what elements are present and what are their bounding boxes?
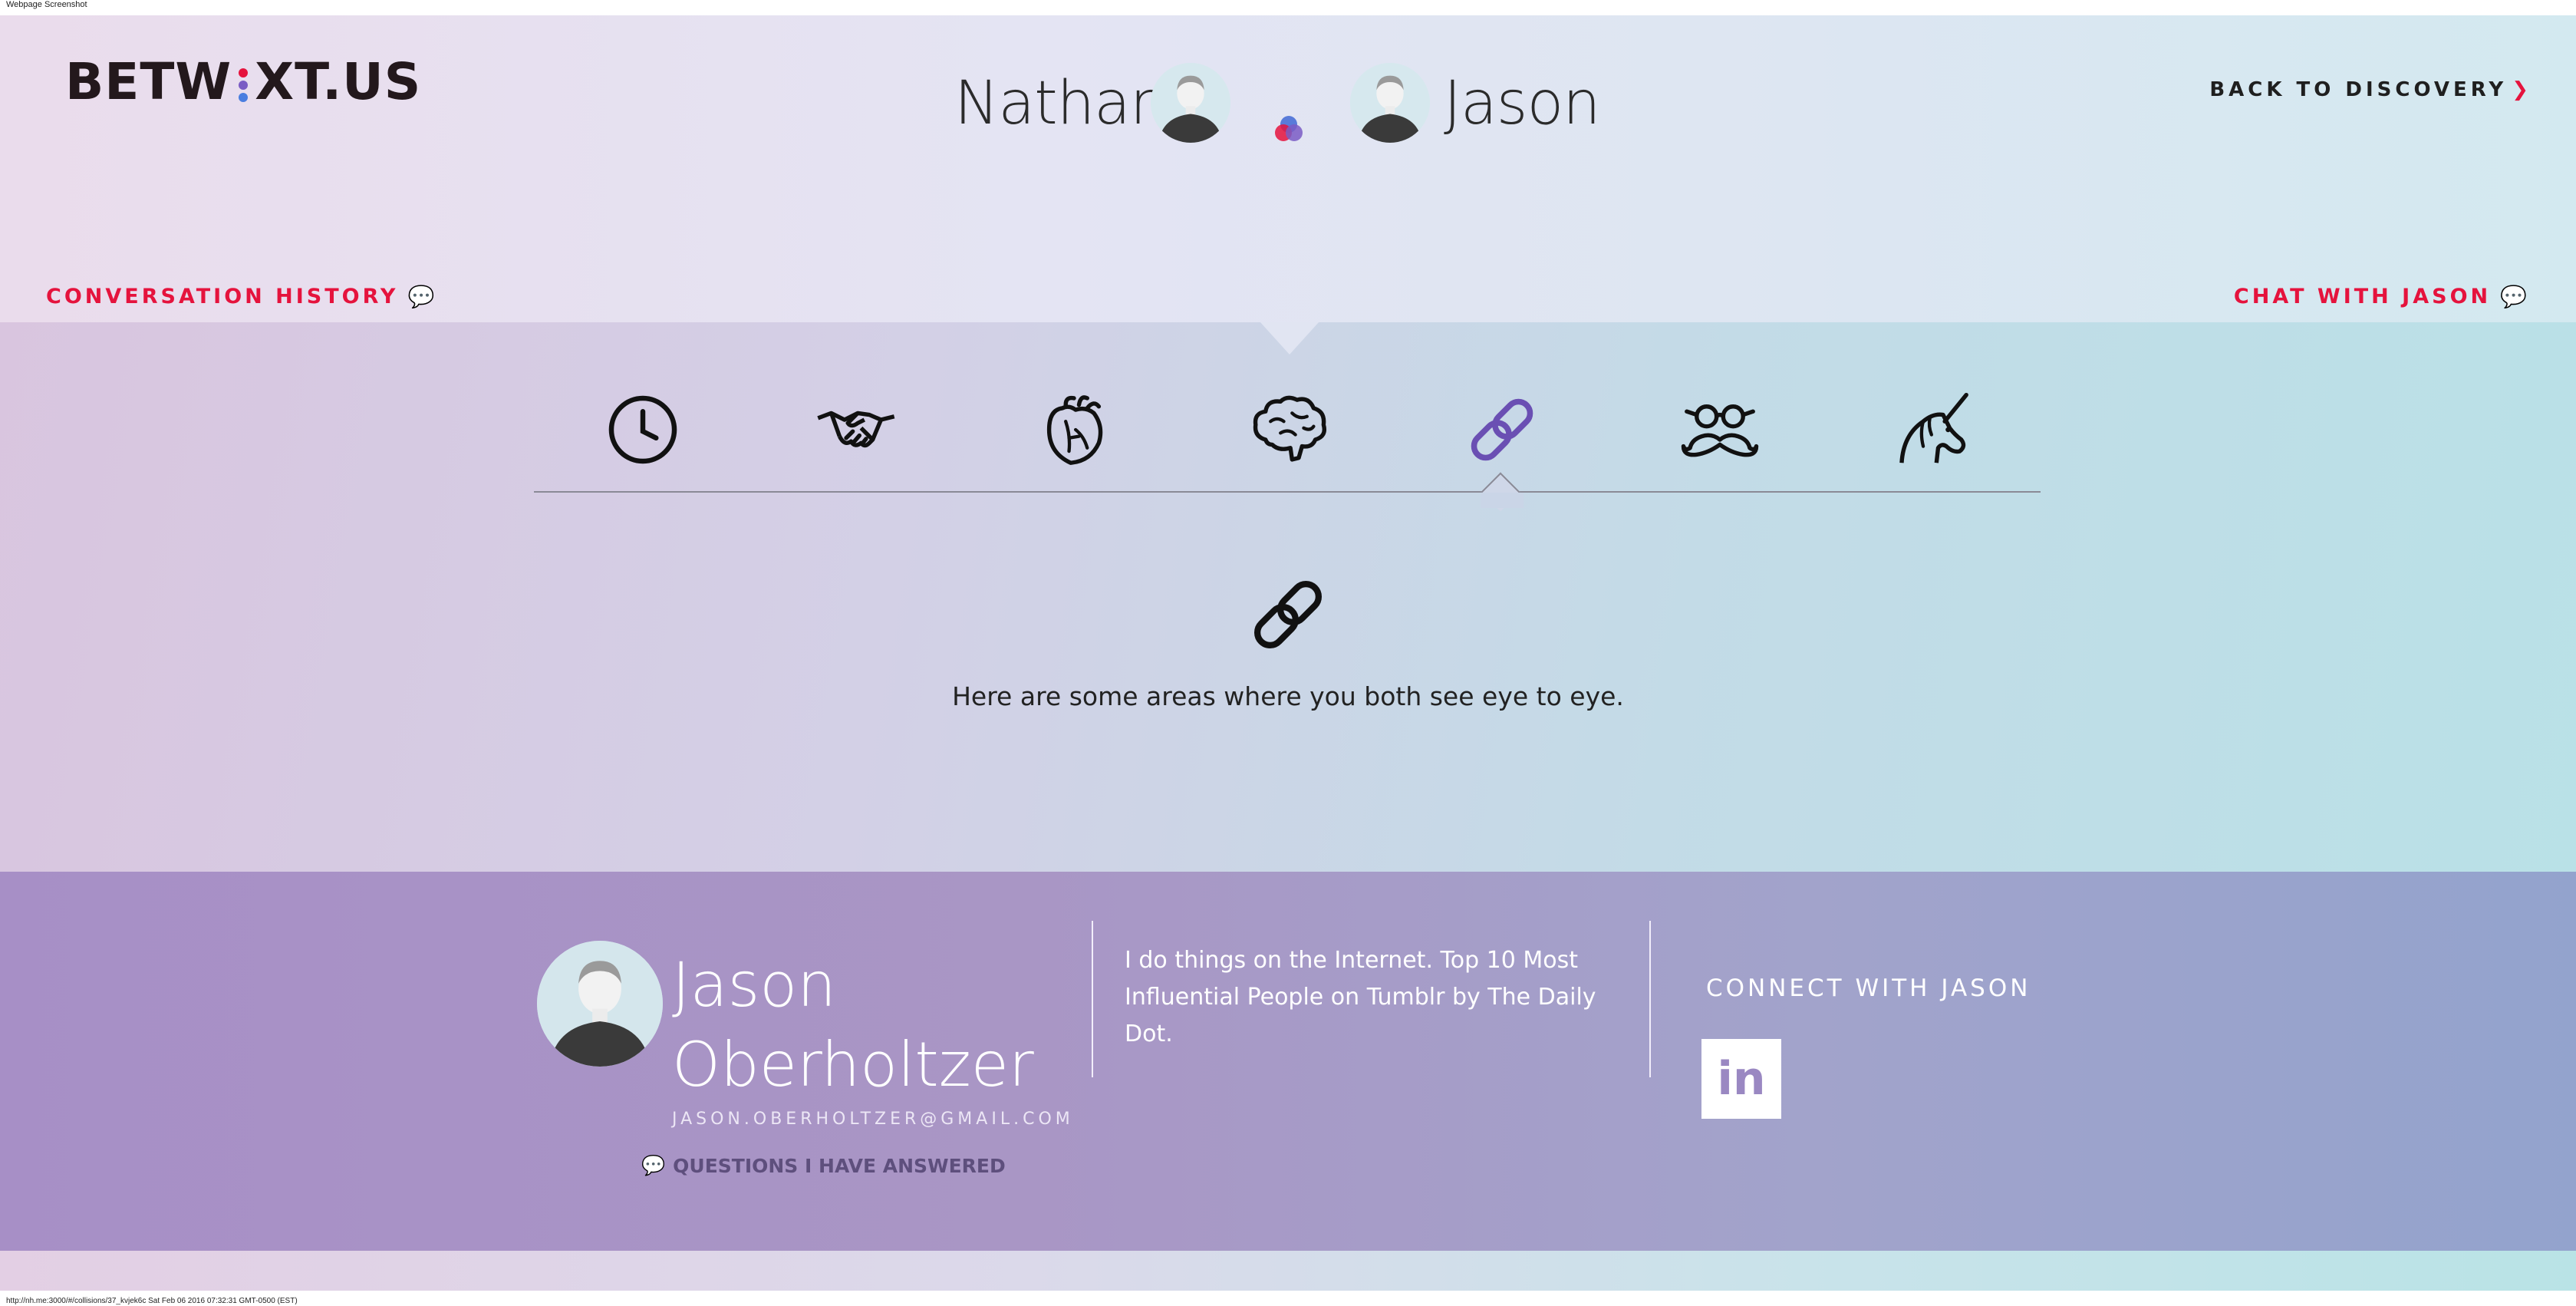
user-silhouette-icon (537, 941, 663, 1067)
questions-answered-label: QUESTIONS I HAVE ANSWERED (673, 1154, 1006, 1177)
tab-personality[interactable] (1674, 384, 1766, 476)
logo-dots-icon (235, 62, 252, 108)
tab-time[interactable] (597, 384, 689, 476)
heart-icon (1046, 395, 1103, 465)
logo-text-right: XT.US (255, 52, 422, 111)
header-pointer (1260, 322, 1319, 355)
logo[interactable]: BETW XT.US (65, 52, 421, 111)
person-name-right: Jason (1444, 69, 1601, 138)
chat-bubbles-icon: 💬 (2500, 284, 2527, 309)
footer (0, 1251, 2576, 1291)
profile-avatar (537, 941, 663, 1067)
divider (1092, 921, 1093, 1077)
connect-heading: CONNECT WITH JASON (1706, 975, 2031, 1002)
mustache-glasses-icon (1681, 404, 1759, 457)
chat-bubbles-icon: 💬 (641, 1154, 666, 1176)
profile-section (0, 872, 2576, 1251)
chain-link-icon (1253, 580, 1323, 649)
logo-text-left: BETW (65, 52, 232, 111)
page: BETW XT.US Nathan Jason BACK TO DISCOVER… (0, 15, 2576, 1291)
chat-with-jason-link[interactable]: CHAT WITH JASON 💬 (2234, 284, 2527, 309)
back-link-label: BACK TO DISCOVERY (2209, 78, 2508, 101)
screenshot-caption: Webpage Screenshot (6, 0, 87, 9)
tab-relationships[interactable] (810, 384, 902, 476)
linkedin-icon: in (1717, 1052, 1766, 1106)
profile-first-name: Jason (672, 949, 836, 1021)
linkedin-button[interactable]: in (1701, 1039, 1781, 1119)
chevron-right-icon: ❯ (2512, 78, 2528, 101)
tab-mind[interactable] (1243, 384, 1335, 476)
handshake-icon (817, 411, 895, 448)
chain-link-icon (1471, 398, 1533, 461)
tab-heart[interactable] (1028, 384, 1120, 476)
tab-underline (534, 491, 2041, 493)
tab-imagination[interactable] (1887, 384, 1979, 476)
conversation-history-label: CONVERSATION HISTORY (46, 285, 399, 308)
avatar-nathan[interactable] (1151, 63, 1230, 143)
clock-icon (608, 395, 677, 464)
brain-icon (1253, 395, 1327, 462)
chat-link-label: CHAT WITH JASON (2233, 285, 2492, 308)
match-connector-icon (1275, 116, 1303, 141)
page-url-footer: http://nh.me:3000/#/collisions/37_kvjek6… (6, 1297, 298, 1305)
profile-name: Jason Oberholtzer (672, 945, 1034, 1105)
profile-bio: I do things on the Internet. Top 10 Most… (1125, 947, 1596, 1047)
user-silhouette-icon (1350, 63, 1430, 143)
profile-email[interactable]: JASON.OBERHOLTZER@GMAIL.COM (672, 1110, 1074, 1129)
person-name-left: Nathan (954, 69, 1168, 138)
header: BETW XT.US Nathan Jason BACK TO DISCOVER… (0, 15, 2576, 322)
divider (1649, 921, 1651, 1077)
common-ground-description: Here are some areas where you both see e… (952, 681, 1624, 711)
tab-common-ground[interactable] (1456, 384, 1548, 476)
user-silhouette-icon (1151, 63, 1230, 143)
questions-answered-link[interactable]: 💬 QUESTIONS I HAVE ANSWERED (641, 1154, 1006, 1177)
chat-bubbles-icon: 💬 (407, 284, 435, 309)
back-to-discovery-link[interactable]: BACK TO DISCOVERY ❯ (2209, 78, 2528, 101)
conversation-history-link[interactable]: CONVERSATION HISTORY 💬 (46, 284, 434, 309)
unicorn-icon (1899, 392, 1968, 463)
avatar-jason[interactable] (1350, 63, 1430, 143)
profile-last-name: Oberholtzer (672, 1029, 1034, 1100)
